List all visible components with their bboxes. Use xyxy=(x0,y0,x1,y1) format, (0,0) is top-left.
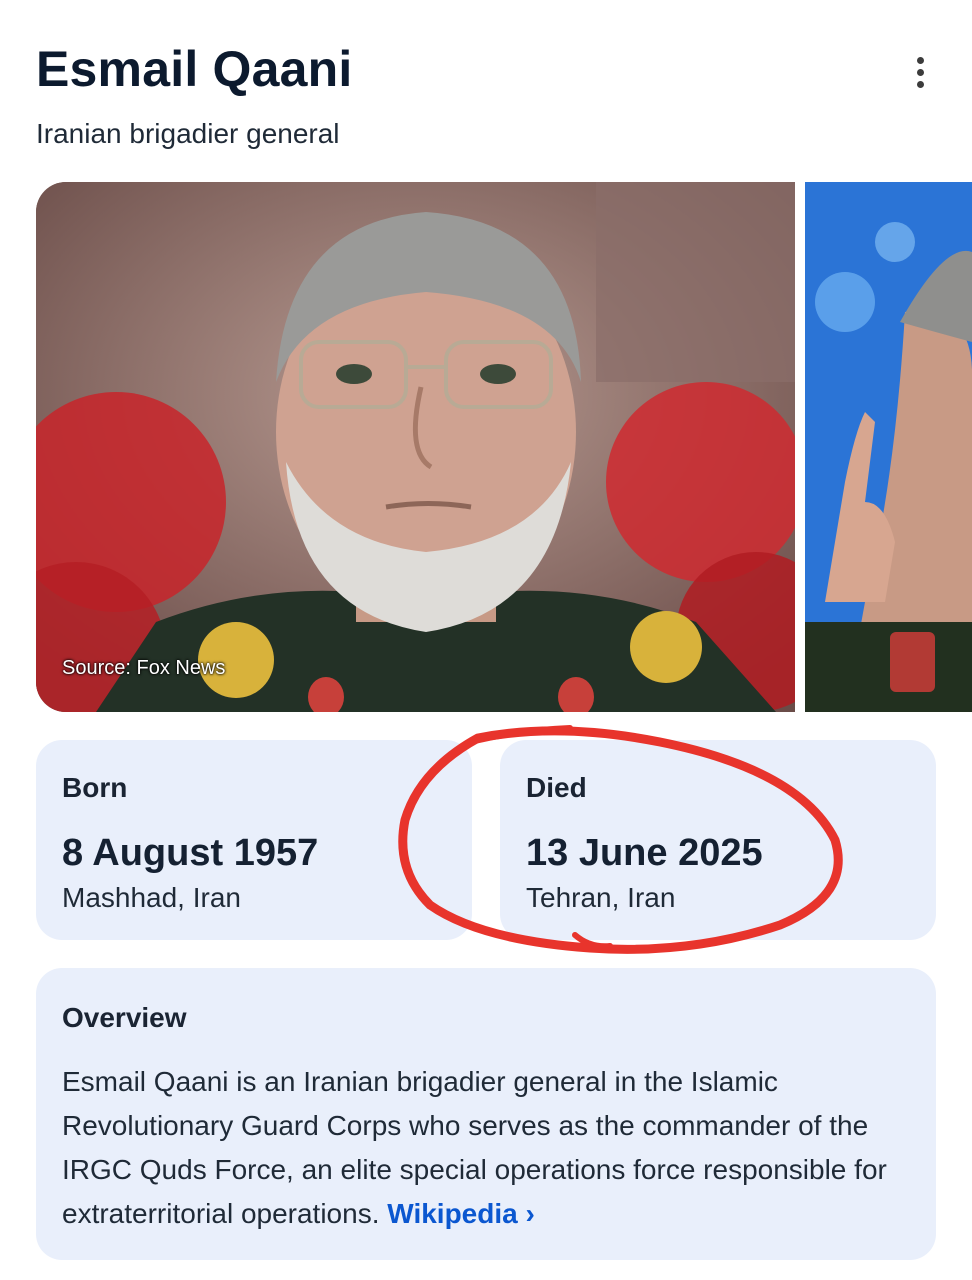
more-vert-icon xyxy=(916,56,924,64)
more-options-button[interactable] xyxy=(900,52,940,92)
died-date: 13 June 2025 xyxy=(526,832,763,874)
overview-heading: Overview xyxy=(62,1002,187,1033)
main-photo[interactable]: Source: Fox News xyxy=(36,182,795,712)
chevron-right-icon: › xyxy=(525,1198,535,1229)
wikipedia-link[interactable]: Wikipedia › xyxy=(387,1198,535,1229)
born-date: 8 August 1957 xyxy=(62,832,319,874)
born-place: Mashhad, Iran xyxy=(62,882,241,913)
secondary-portrait-image xyxy=(805,182,972,712)
died-label: Died xyxy=(526,772,587,803)
born-label: Born xyxy=(62,772,128,803)
born-card[interactable]: Born 8 August 1957 Mashhad, Iran xyxy=(36,740,472,940)
overview-text-block: Esmail Qaani is an Iranian brigadier gen… xyxy=(62,1060,922,1236)
died-card[interactable]: Died 13 June 2025 Tehran, Iran xyxy=(500,740,936,940)
photo-source-label: Source: Fox News xyxy=(62,657,226,679)
page-subtitle: Iranian brigadier general xyxy=(36,118,340,149)
secondary-photo[interactable] xyxy=(805,182,972,712)
died-place: Tehran, Iran xyxy=(526,882,676,913)
page-title: Esmail Qaani xyxy=(36,41,353,97)
portrait-image xyxy=(36,182,795,712)
wikipedia-link-label: Wikipedia xyxy=(387,1198,518,1229)
overview-card: Overview Esmail Qaani is an Iranian brig… xyxy=(36,968,936,1260)
